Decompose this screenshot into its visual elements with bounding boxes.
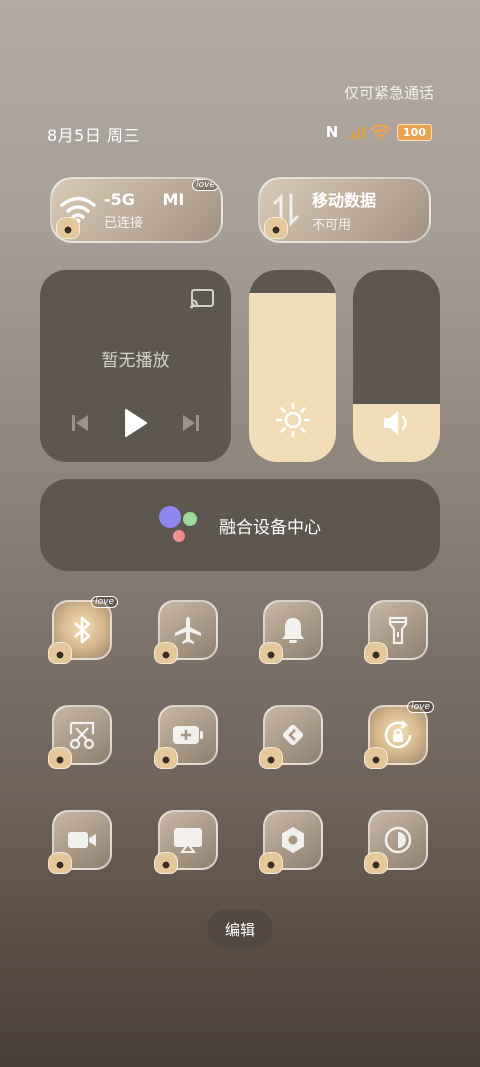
puppy-sticker-icon bbox=[154, 747, 178, 769]
love-sticker: love bbox=[91, 596, 118, 608]
edit-button[interactable]: 编辑 bbox=[207, 910, 273, 948]
signal-icon bbox=[347, 125, 366, 139]
mobile-data-tile[interactable]: 移动数据 不可用 bbox=[258, 177, 431, 243]
flashlight-icon bbox=[388, 616, 408, 645]
love-sticker: love bbox=[192, 179, 219, 191]
bell-icon bbox=[282, 618, 304, 643]
toggle-screenshot[interactable] bbox=[48, 705, 112, 769]
play-icon[interactable] bbox=[121, 408, 149, 438]
rotate-lock-icon bbox=[384, 720, 412, 749]
mobile-data-status: 不可用 bbox=[312, 218, 352, 233]
puppy-sticker-icon bbox=[48, 747, 72, 769]
device-center-icon bbox=[159, 502, 205, 548]
device-center-label: 融合设备中心 bbox=[219, 517, 321, 538]
toggle-airplane-mode[interactable] bbox=[154, 600, 218, 664]
cast-screen-icon bbox=[174, 828, 202, 853]
toggle-screen-cast[interactable] bbox=[154, 810, 218, 874]
puppy-sticker-icon bbox=[259, 642, 283, 664]
hexagon-icon bbox=[282, 827, 304, 853]
love-sticker: love bbox=[407, 701, 434, 713]
airplane-icon bbox=[175, 617, 201, 644]
wifi-status-text: 已连接 bbox=[104, 215, 144, 231]
next-track-icon[interactable] bbox=[180, 412, 202, 434]
sun-icon bbox=[275, 402, 310, 438]
bluetooth-icon bbox=[74, 616, 91, 644]
brightness-slider[interactable] bbox=[249, 270, 336, 462]
toggle-remote-connect[interactable] bbox=[259, 705, 323, 769]
toggle-settings[interactable] bbox=[259, 810, 323, 874]
toggle-battery-saver[interactable] bbox=[154, 705, 218, 769]
puppy-sticker-icon bbox=[259, 747, 283, 769]
status-icons: N 100 bbox=[323, 123, 432, 141]
battery-plus-icon bbox=[173, 726, 203, 744]
video-icon bbox=[68, 832, 96, 848]
toggle-bluetooth[interactable]: love bbox=[48, 596, 118, 664]
media-status-text: 暂无播放 bbox=[101, 351, 170, 371]
toggle-screen-record[interactable] bbox=[48, 810, 112, 874]
toggle-silent[interactable] bbox=[259, 600, 323, 664]
puppy-sticker-icon bbox=[364, 852, 388, 874]
scissors-icon bbox=[69, 721, 95, 750]
puppy-sticker-icon bbox=[154, 852, 178, 874]
link-icon bbox=[282, 724, 304, 746]
puppy-sticker-icon bbox=[259, 852, 283, 874]
wifi-tile[interactable]: -5G MI 已连接 love bbox=[50, 177, 223, 243]
cast-icon[interactable] bbox=[189, 288, 215, 310]
puppy-sticker-icon bbox=[154, 642, 178, 664]
previous-track-icon[interactable] bbox=[69, 412, 91, 434]
puppy-sticker-icon bbox=[48, 642, 72, 664]
media-player-card[interactable]: 暂无播放 bbox=[40, 270, 231, 462]
volume-slider[interactable] bbox=[353, 270, 440, 462]
nfc-icon: N bbox=[325, 123, 339, 141]
speaker-icon bbox=[383, 411, 407, 435]
puppy-sticker-icon bbox=[264, 217, 288, 239]
toggle-flashlight[interactable] bbox=[364, 600, 428, 664]
wifi-network-name: -5G MI bbox=[104, 189, 185, 209]
wifi-status-icon bbox=[371, 124, 392, 140]
device-center-card[interactable]: 融合设备中心 bbox=[40, 479, 440, 571]
dark-mode-icon bbox=[384, 826, 412, 854]
toggle-dark-mode[interactable] bbox=[364, 810, 428, 874]
toggle-auto-rotate-lock[interactable]: love bbox=[364, 701, 434, 769]
puppy-sticker-icon bbox=[364, 747, 388, 769]
mobile-data-title: 移动数据 bbox=[312, 191, 377, 210]
emergency-call-only-text: 仅可紧急通话 bbox=[343, 84, 434, 102]
puppy-sticker-icon bbox=[364, 642, 388, 664]
battery-indicator: 100 bbox=[397, 123, 432, 141]
puppy-sticker-icon bbox=[56, 217, 80, 239]
puppy-sticker-icon bbox=[48, 852, 72, 874]
date-text: 8月5日 周三 bbox=[47, 126, 140, 145]
